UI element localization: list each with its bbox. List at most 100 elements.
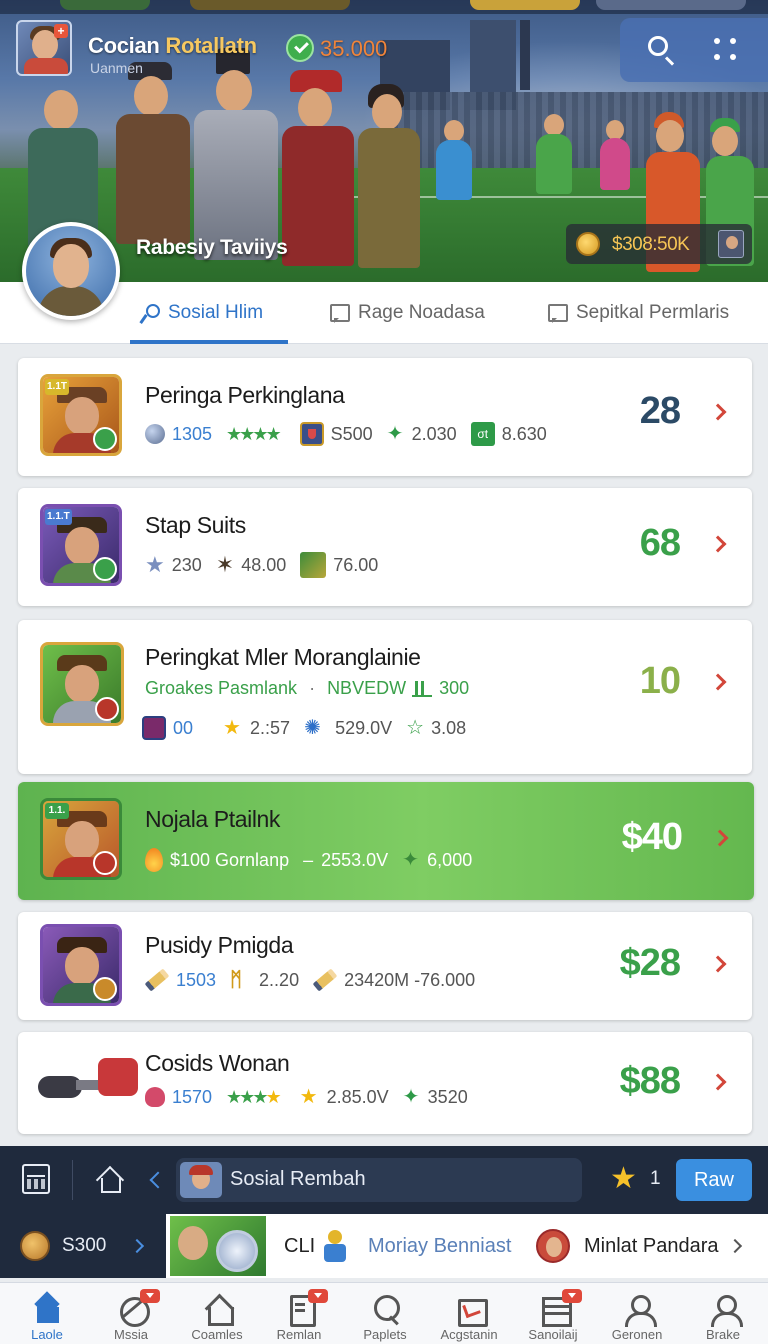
top-actions xyxy=(620,18,768,82)
bottom-toolbar: Sosial Rembah ★ 1 Raw xyxy=(0,1146,768,1214)
list-item[interactable]: Pusidy Pmigda 1503 ᛗ 2..20 23420M -76.000… xyxy=(18,912,752,1020)
social-search-field[interactable]: Sosial Rembah xyxy=(176,1158,582,1202)
hammer-icon xyxy=(38,1056,148,1106)
chat-icon xyxy=(548,304,568,323)
house-icon xyxy=(202,1293,234,1326)
item-stats: 1305 ★★★★ S500 ✦ 2.030 σt 8.630 xyxy=(145,422,561,446)
item-stats: 00 ★ 2.:57 ✺ 529.0V ☆ 3.08 xyxy=(142,716,480,740)
player-name: Rabesiy Taviiys xyxy=(136,236,288,259)
nav-item-geronen[interactable]: Geronen xyxy=(594,1283,680,1344)
potion-icon xyxy=(142,716,166,740)
raw-button[interactable]: Raw xyxy=(676,1159,752,1201)
chevron-right-icon[interactable] xyxy=(709,535,727,553)
bar-chart-icon xyxy=(412,680,433,697)
nav-item-mssia[interactable]: Mssia xyxy=(88,1283,174,1344)
pencil-icon xyxy=(144,968,170,992)
character-icon xyxy=(320,1230,350,1262)
tab-sosial-hlim[interactable]: Sosial Hlim xyxy=(140,282,263,344)
status-chip xyxy=(596,0,746,10)
item-image-icon xyxy=(300,552,327,578)
promo-player-name[interactable]: Minlat Pandara xyxy=(584,1235,719,1258)
avatar xyxy=(180,1162,222,1198)
avatar xyxy=(536,1229,570,1263)
shield-icon xyxy=(299,422,324,446)
star-icon: ★ xyxy=(223,717,241,739)
search-button[interactable] xyxy=(644,32,680,68)
status-strip xyxy=(0,0,768,14)
level-badge-icon xyxy=(93,557,117,581)
item-title: Nojala Ptailnk xyxy=(145,806,281,832)
profile-avatar[interactable] xyxy=(22,222,120,320)
list-item[interactable]: Peringkat Mler Moranglainie Groakes Pasm… xyxy=(18,620,752,774)
item-title: Pusidy Pmigda xyxy=(145,932,294,958)
nav-item-laole[interactable]: Laole xyxy=(4,1283,90,1344)
chevron-right-icon[interactable] xyxy=(709,1073,727,1091)
promo-link[interactable]: Moriay Benniast xyxy=(368,1235,511,1258)
nav-item-coamles[interactable]: Coamles xyxy=(174,1283,260,1344)
item-stats: ★ 230 ✶ 48.00 76.00 xyxy=(145,552,379,578)
balance-badge[interactable]: $308:50K xyxy=(566,224,752,264)
star-icon: ★ xyxy=(610,1162,637,1195)
leaf-icon: ✦ xyxy=(386,423,404,445)
calculator-icon[interactable] xyxy=(22,1164,50,1194)
search-icon xyxy=(648,36,668,56)
item-score: 10 xyxy=(639,660,681,702)
star-icon: ★ xyxy=(299,1086,318,1108)
chevron-right-icon[interactable] xyxy=(709,673,727,691)
promo-bar: S300 CLI Moriay Benniast Minlat Pandara xyxy=(0,1214,768,1278)
chevron-right-icon[interactable] xyxy=(711,829,729,847)
home-icon[interactable] xyxy=(96,1166,122,1193)
leaf-icon: ✦ xyxy=(402,1086,420,1108)
more-menu-button[interactable] xyxy=(712,36,740,64)
item-score: $88 xyxy=(619,1060,681,1102)
nav-item-sanoilaij[interactable]: Sanoilaij xyxy=(510,1283,596,1344)
coin-balance: 35.000 xyxy=(320,36,388,61)
active-tab-indicator xyxy=(130,340,288,344)
item-thumbnail: 1.1. xyxy=(40,798,122,880)
promo-image[interactable] xyxy=(170,1216,266,1276)
item-thumbnail: 1.1.T xyxy=(40,504,122,586)
star-count: 1 xyxy=(650,1168,661,1189)
coin-check-icon xyxy=(286,34,314,62)
stars-icon: ★★★★ xyxy=(226,424,282,444)
coin-shortcut[interactable]: S300 xyxy=(0,1214,166,1278)
item-stats: 1503 ᛗ 2..20 23420M -76.000 xyxy=(144,968,489,992)
list-item[interactable]: 1.1T Peringa Perkinglana 1305 ★★★★ S500 … xyxy=(18,358,752,476)
home-icon xyxy=(32,1293,64,1325)
player-card-avatar[interactable]: + xyxy=(16,20,72,76)
item-title: Stap Suits xyxy=(145,512,246,538)
item-stats: 1570 ★★★★ ★ 2.85.0V ✦ 3520 xyxy=(145,1086,482,1108)
bottom-navigation: Laole Mssia Coamles Remlan Paplets Acgst… xyxy=(0,1282,768,1344)
nav-item-remlan[interactable]: Remlan xyxy=(256,1283,342,1344)
chevron-right-icon[interactable] xyxy=(709,403,727,421)
chevron-right-icon[interactable] xyxy=(709,955,727,973)
dark-star-icon: ✶ xyxy=(215,552,235,577)
outline-star-icon: ☆ xyxy=(406,717,425,739)
tab-sepitkal-permlaris[interactable]: Sepitkal Permlaris xyxy=(548,282,729,344)
stars-icon: ★★★★ xyxy=(226,1087,282,1107)
nav-item-brake[interactable]: Brake xyxy=(680,1283,766,1344)
user-icon xyxy=(708,1293,743,1327)
level-badge-icon xyxy=(93,851,117,875)
star-icon: ★ xyxy=(145,552,165,577)
key-icon xyxy=(140,304,160,322)
gold-coin-icon xyxy=(576,232,600,256)
list-item[interactable]: Cosids Wonan 1570 ★★★★ ★ 2.85.0V ✦ 3520 $8… xyxy=(18,1032,752,1134)
plus-icon: + xyxy=(54,24,68,38)
item-score: $40 xyxy=(621,816,683,858)
notification-badge xyxy=(308,1289,328,1303)
floodlight xyxy=(520,20,530,90)
nav-item-acgstanin[interactable]: Acgstanin xyxy=(426,1283,512,1344)
level-badge-icon xyxy=(95,697,119,721)
list-item[interactable]: 1.1.T Stap Suits ★ 230 ✶ 48.00 76.00 68 xyxy=(18,488,752,606)
card-icon xyxy=(454,1293,488,1327)
tab-rage-noadasa[interactable]: Rage Noadasa xyxy=(330,282,485,344)
list-item-highlighted[interactable]: 1.1. Nojala Ptailnk $100 Gornlanp –2553.… xyxy=(18,782,754,900)
chevron-right-icon[interactable] xyxy=(727,1238,743,1254)
item-title: Peringkat Mler Moranglainie xyxy=(145,644,421,670)
notification-badge xyxy=(140,1289,160,1303)
nav-item-paplets[interactable]: Paplets xyxy=(342,1283,428,1344)
chevron-left-icon[interactable] xyxy=(149,1171,167,1189)
item-subtitle-row: Groakes Pasmlank · NBVEDW 300 xyxy=(145,678,470,698)
item-thumbnail xyxy=(40,924,122,1006)
